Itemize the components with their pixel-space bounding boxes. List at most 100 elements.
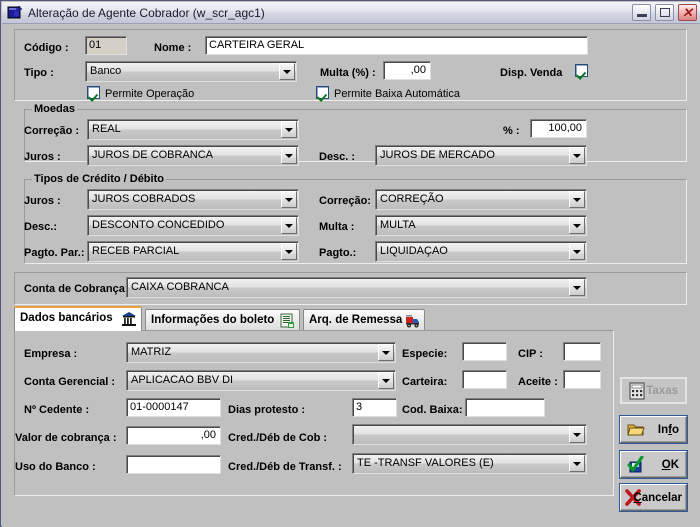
- moedas-correcao-combo[interactable]: REAL: [87, 119, 299, 140]
- tipos-juros-combo[interactable]: JUROS COBRADOS: [87, 189, 299, 210]
- bank-icon: [121, 311, 137, 330]
- window-controls: ✕: [631, 4, 697, 22]
- cip-field[interactable]: [563, 342, 601, 361]
- cancelar-button-label: Cancelar: [633, 491, 682, 504]
- conta-cobranca-combo[interactable]: CAIXA COBRANCA: [126, 277, 587, 298]
- conta-gerencial-value: APLICACAO BBV DI: [131, 374, 234, 386]
- tipos-correcao-combo[interactable]: CORREÇÃO: [375, 189, 587, 210]
- carteira-field[interactable]: [462, 370, 507, 389]
- taxas-button-label: Taxas: [646, 384, 678, 397]
- moedas-group-title: Moedas: [32, 103, 77, 115]
- disp-venda-label: Disp. Venda: [500, 67, 563, 79]
- tipo-combo-value: Banco: [90, 65, 122, 77]
- chevron-down-icon[interactable]: [281, 191, 297, 208]
- check-disk-icon: [627, 454, 645, 474]
- moedas-correcao-value: REAL: [92, 123, 121, 135]
- carteira-label: Carteira:: [402, 376, 448, 388]
- tab-informacoes-boleto-label: Informações do boleto: [151, 314, 275, 326]
- ok-button[interactable]: OK: [620, 451, 687, 478]
- tipos-desc-label: Desc.:: [24, 221, 58, 233]
- chevron-down-icon[interactable]: [281, 147, 297, 164]
- chevron-down-icon[interactable]: [569, 217, 585, 234]
- tab-dados-bancarios-label: Dados bancários: [20, 312, 113, 324]
- tab-dados-bancarios[interactable]: Dados bancários: [14, 306, 142, 331]
- chevron-down-icon[interactable]: [569, 147, 585, 164]
- tipos-pagto-par-combo[interactable]: RECEB PARCIAL: [87, 241, 299, 262]
- multa-pct-field[interactable]: ,00: [383, 61, 431, 80]
- permite-baixa-checkbox[interactable]: [316, 86, 329, 99]
- moedas-desc-value: JUROS DE MERCADO: [380, 149, 495, 161]
- tipos-pagto-label: Pagto.:: [319, 247, 357, 259]
- info-button[interactable]: Info: [620, 416, 687, 443]
- conta-gerencial-combo[interactable]: APLICACAO BBV DI: [126, 370, 396, 391]
- tipos-multa-combo[interactable]: MULTA: [375, 215, 587, 236]
- moedas-pct-label: % :: [503, 125, 520, 137]
- cedente-field[interactable]: 01-0000147: [126, 398, 221, 417]
- chevron-down-icon[interactable]: [569, 191, 585, 208]
- dias-protesto-field[interactable]: 3: [352, 398, 397, 417]
- cedente-label: Nº Cedente :: [24, 404, 90, 416]
- tab-informacoes-boleto[interactable]: Informações do boleto: [145, 309, 300, 331]
- cred-deb-transf-label: Cred./Déb de Transf. :: [228, 461, 342, 473]
- dialog-window: Alteração de Agente Cobrador (w_scr_agc1…: [0, 0, 700, 527]
- calculator-icon: [628, 381, 646, 400]
- tipos-desc-combo[interactable]: DESCONTO CONCEDIDO: [87, 215, 299, 236]
- empresa-label: Empresa :: [24, 348, 78, 360]
- tab-arq-remessa[interactable]: Arq. de Remessa: [303, 309, 425, 331]
- disp-venda-checkbox[interactable]: [575, 64, 588, 77]
- especie-field[interactable]: [462, 342, 507, 361]
- conta-cobranca-label: Conta de Cobrança:: [24, 283, 129, 295]
- moedas-juros-combo[interactable]: JUROS DE COBRANCA: [87, 145, 299, 166]
- tipos-pagto-combo[interactable]: LIQUIDAÇAO: [375, 241, 587, 262]
- cred-deb-cob-combo[interactable]: [352, 424, 587, 445]
- chevron-down-icon[interactable]: [569, 426, 585, 443]
- taxas-button[interactable]: Taxas: [620, 377, 687, 404]
- nome-field[interactable]: CARTEIRA GERAL: [205, 36, 588, 55]
- chevron-down-icon[interactable]: [378, 372, 394, 389]
- app-window-icon: [7, 5, 23, 21]
- chevron-down-icon[interactable]: [569, 243, 585, 260]
- folder-icon: [627, 421, 645, 439]
- tipos-credito-group-title: Tipos de Crédito / Débito: [32, 173, 166, 185]
- codigo-field[interactable]: 01: [85, 36, 127, 55]
- close-icon[interactable]: ✕: [678, 4, 697, 21]
- conta-cobranca-value: CAIXA COBRANCA: [131, 281, 229, 293]
- permite-baixa-label: Permite Baixa Automática: [334, 88, 460, 100]
- cancelar-button[interactable]: Cancelar: [620, 484, 687, 511]
- valor-cobranca-label: Valor de cobrança :: [15, 432, 117, 444]
- permite-operacao-checkbox[interactable]: [87, 86, 100, 99]
- chevron-down-icon[interactable]: [281, 121, 297, 138]
- cod-baixa-field[interactable]: [465, 398, 545, 417]
- cred-deb-transf-combo[interactable]: TE -TRANSF VALORES (E): [352, 453, 587, 474]
- permite-operacao-label: Permite Operação: [105, 88, 195, 100]
- chevron-down-icon[interactable]: [569, 279, 585, 296]
- moedas-pct-field[interactable]: 100,00: [530, 119, 587, 138]
- uso-banco-field[interactable]: [126, 455, 221, 474]
- minimize-icon[interactable]: [631, 4, 651, 21]
- tipos-juros-label: Juros :: [24, 195, 61, 207]
- chevron-down-icon[interactable]: [378, 344, 394, 361]
- chevron-down-icon[interactable]: [281, 243, 297, 260]
- info-button-label: Info: [657, 423, 679, 436]
- client-area: Código : 01 Nome : CARTEIRA GERAL Tipo :…: [2, 24, 700, 527]
- tipos-multa-value: MULTA: [380, 219, 416, 231]
- cod-baixa-label: Cod. Baixa:: [402, 404, 463, 416]
- moedas-desc-combo[interactable]: JUROS DE MERCADO: [375, 145, 587, 166]
- uso-banco-label: Uso do Banco :: [15, 461, 96, 473]
- tipos-desc-value: DESCONTO CONCEDIDO: [92, 219, 225, 231]
- valor-cobranca-field[interactable]: ,00: [126, 426, 221, 445]
- empresa-combo[interactable]: MATRIZ: [126, 342, 396, 363]
- moedas-juros-value: JUROS DE COBRANCA: [92, 149, 214, 161]
- aceite-label: Aceite :: [518, 376, 558, 388]
- title-bar: Alteração de Agente Cobrador (w_scr_agc1…: [2, 2, 700, 24]
- chevron-down-icon[interactable]: [569, 455, 585, 472]
- aceite-field[interactable]: [563, 370, 601, 389]
- chevron-down-icon[interactable]: [281, 217, 297, 234]
- cred-deb-transf-value: TE -TRANSF VALORES (E): [357, 457, 494, 469]
- tipo-label: Tipo :: [24, 67, 54, 79]
- tipos-correcao-label: Correção:: [319, 195, 371, 207]
- tipo-combo[interactable]: Banco: [85, 61, 297, 82]
- cred-deb-cob-label: Cred./Déb de Cob :: [228, 432, 328, 444]
- maximize-icon[interactable]: [654, 4, 674, 21]
- chevron-down-icon[interactable]: [279, 63, 295, 80]
